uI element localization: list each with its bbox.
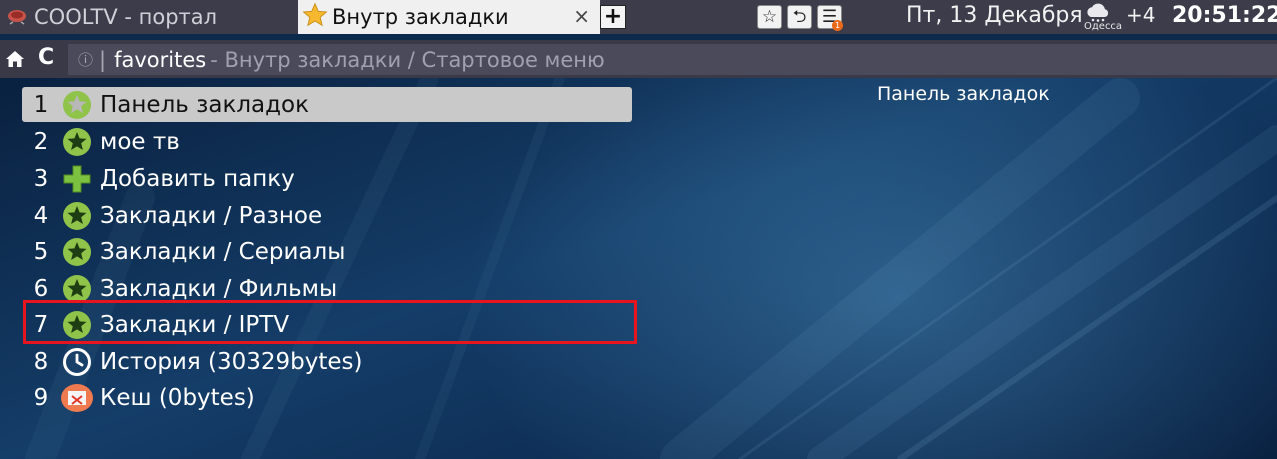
item-label: Закладки / Разное (100, 202, 323, 229)
home-icon (5, 51, 25, 72)
item-number: 3 (33, 165, 49, 192)
item-number: 2 (33, 128, 49, 155)
cache-clear-icon (60, 381, 94, 415)
item-label: Закладки / Фильмы (100, 275, 338, 302)
url-main: favorites (114, 47, 207, 72)
notification-badge: 1 (832, 20, 843, 31)
close-tab-button[interactable]: × (573, 4, 590, 28)
address-input[interactable]: ⓘ | favorites - Внутр закладки / Стартов… (68, 44, 1277, 75)
star-icon (60, 235, 94, 269)
weather-city: Одесса (1084, 21, 1123, 32)
star-icon (60, 88, 94, 122)
item-number: 9 (33, 384, 49, 411)
item-number: 6 (33, 275, 49, 302)
preview-title: Панель закладок (877, 83, 1050, 105)
menu-item-bookmarks-misc[interactable]: 4 Закладки / Разное (22, 198, 632, 233)
plus-icon (60, 162, 94, 196)
menu-item-bookmarks-panel[interactable]: 1 Панель закладок (22, 87, 632, 122)
tab-internal-bookmarks[interactable]: Внутр закладки × (298, 0, 600, 34)
item-number: 1 (33, 91, 49, 118)
item-label: Панель закладок (100, 91, 310, 118)
tv-icon (6, 5, 28, 30)
menu-item-cache[interactable]: 9 Кеш (0bytes) (22, 380, 632, 415)
bookmark-star-button[interactable]: ☆ (757, 5, 782, 29)
tab-cooltv-portal[interactable]: COOLTV - портал (0, 0, 298, 34)
highlight-annotation (23, 300, 637, 344)
tab-title: COOLTV - портал (34, 5, 218, 29)
url-separator: | (99, 47, 107, 72)
back-button[interactable]: ⮌ (787, 5, 812, 29)
title-bar: COOLTV - портал Внутр закладки × + ☆ ⮌ ☰… (0, 0, 1277, 34)
item-number: 8 (33, 348, 49, 375)
star-icon (60, 125, 94, 159)
clock-icon (60, 345, 94, 379)
item-number: 5 (33, 238, 49, 265)
item-label: Кеш (0bytes) (100, 384, 255, 411)
reload-icon: C (38, 45, 55, 70)
menu-item-history[interactable]: 8 История (30329bytes) (22, 344, 632, 379)
item-number: 4 (33, 202, 49, 229)
star-outline-icon: ☆ (761, 6, 778, 27)
item-label: Закладки / Сериалы (100, 238, 346, 265)
date-display: Пт, 13 Декабря (906, 3, 1083, 28)
undo-arrow-icon: ⮌ (792, 6, 807, 27)
reload-button[interactable]: C (38, 45, 54, 70)
menu-item-my-tv[interactable]: 2 мое тв (22, 124, 632, 159)
home-button[interactable] (5, 50, 25, 72)
clock-time: 20:51:22 (1172, 3, 1277, 28)
menu-item-add-folder[interactable]: 3 Добавить папку (22, 161, 632, 196)
item-label: История (30329bytes) (100, 348, 363, 375)
address-bar: C ⓘ | favorites - Внутр закладки / Старт… (0, 40, 1277, 78)
weather-temperature: +4 (1126, 3, 1156, 27)
item-label: Добавить папку (100, 165, 295, 192)
star-icon (60, 199, 94, 233)
url-path: - Внутр закладки / Стартовое меню (210, 47, 605, 72)
menu-button[interactable]: ☰ 1 (817, 5, 843, 31)
tab-title: Внутр закладки (332, 5, 509, 29)
start-menu-page: 1 Панель закладок 2 мое тв 3 Добавить па… (0, 78, 1277, 459)
new-tab-button[interactable]: + (600, 5, 626, 29)
star-icon (302, 2, 328, 33)
menu-item-bookmarks-series[interactable]: 5 Закладки / Сериалы (22, 234, 632, 269)
info-icon: ⓘ (78, 51, 94, 69)
item-label: мое тв (100, 128, 180, 155)
